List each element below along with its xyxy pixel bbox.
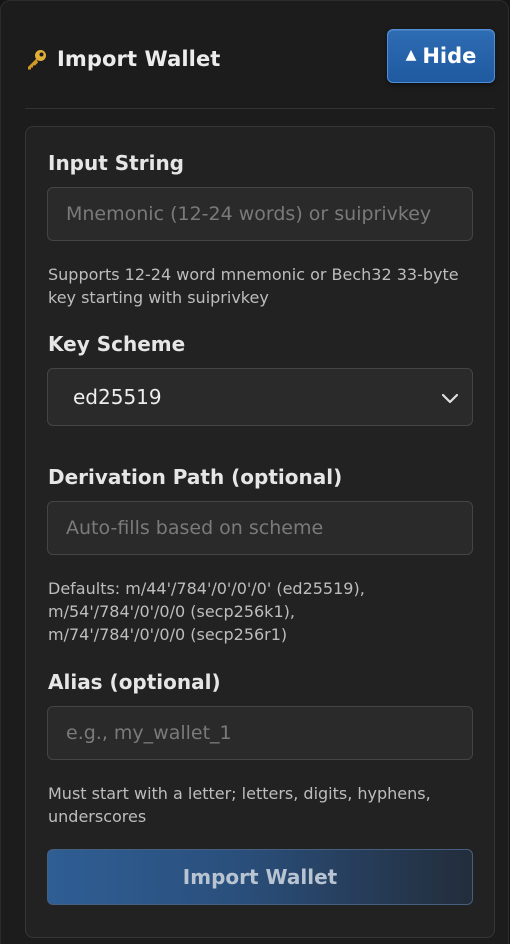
import-wallet-button-label: Import Wallet <box>182 865 338 889</box>
hide-button-label: Hide <box>422 44 477 68</box>
hide-button[interactable]: ▲ Hide <box>387 29 495 83</box>
import-wallet-panel: Import Wallet ▲ Hide Input String Suppor… <box>0 0 509 944</box>
input-string-field[interactable] <box>47 187 473 241</box>
input-string-label: Input String <box>48 151 184 175</box>
key-scheme-value: ed25519 <box>73 385 162 409</box>
panel-header: Import Wallet ▲ Hide <box>25 29 495 85</box>
alias-field[interactable] <box>47 706 473 760</box>
key-scheme-label: Key Scheme <box>48 332 186 356</box>
derivation-path-help: Defaults: m/44'/784'/0'/0'/0' (ed25519),… <box>48 577 478 646</box>
derivation-path-label: Derivation Path (optional) <box>48 465 343 489</box>
key-icon <box>28 50 46 70</box>
panel-title-text: Import Wallet <box>57 47 221 71</box>
key-scheme-select[interactable]: ed25519 <box>47 368 473 426</box>
import-form: Input String Supports 12-24 word mnemoni… <box>25 126 495 938</box>
derivation-default-ed25519: Defaults: m/44'/784'/0'/0'/0' (ed25519), <box>48 579 365 598</box>
derivation-default-secp256r1: m/74'/784'/0'/0/0 (secp256r1) <box>48 625 288 644</box>
chevron-down-icon <box>441 393 459 404</box>
input-string-help: Supports 12-24 word mnemonic or Bech32 3… <box>48 265 459 307</box>
triangle-up-icon: ▲ <box>405 47 417 63</box>
alias-label: Alias (optional) <box>48 670 221 694</box>
header-divider <box>25 108 495 109</box>
derivation-default-secp256k1: m/54'/784'/0'/0/0 (secp256k1), <box>48 602 295 621</box>
import-wallet-button[interactable]: Import Wallet <box>47 849 473 905</box>
alias-help: Must start with a letter; letters, digit… <box>48 784 431 826</box>
panel-title: Import Wallet <box>25 47 220 71</box>
derivation-path-field[interactable] <box>47 501 473 555</box>
